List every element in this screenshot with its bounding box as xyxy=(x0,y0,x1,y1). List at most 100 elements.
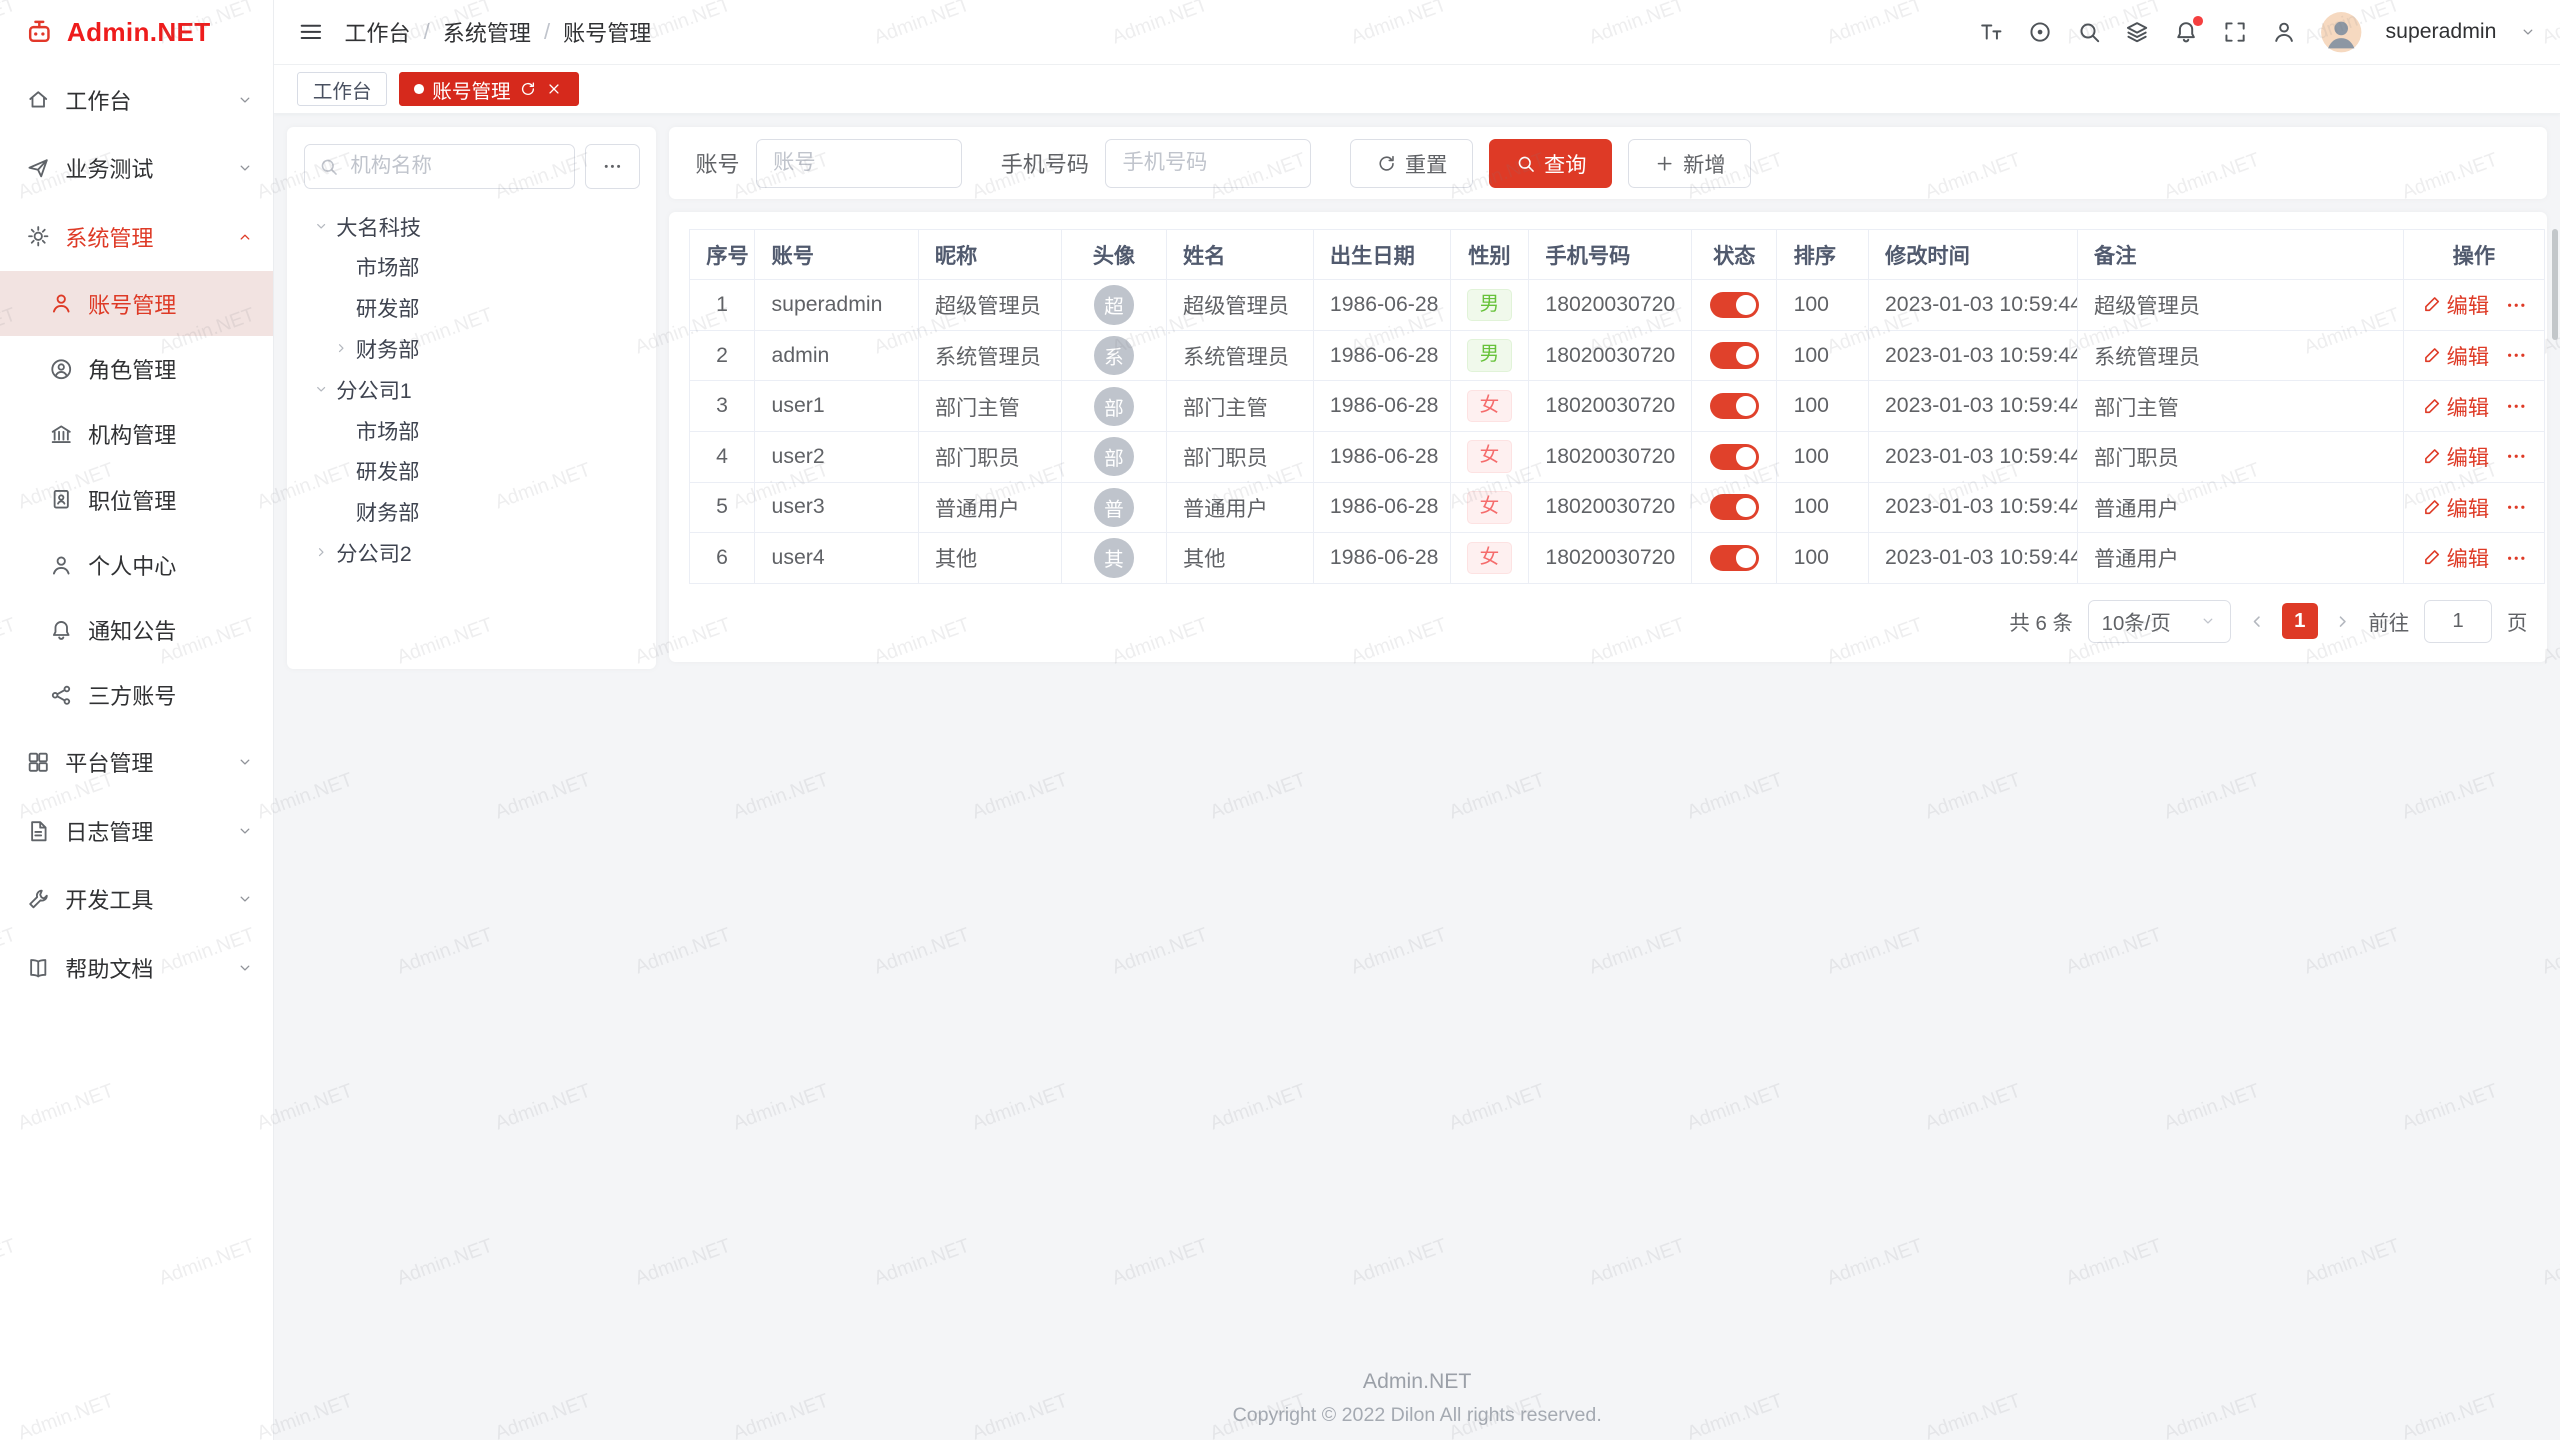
sidebar-item-4[interactable]: 日志管理 xyxy=(0,797,273,866)
sidebar-subitem-2[interactable]: 机构管理 xyxy=(0,402,273,467)
font-size-icon[interactable] xyxy=(1978,19,2004,45)
cell-gender: 女 xyxy=(1450,431,1528,482)
logo[interactable]: Admin.NET xyxy=(0,0,273,65)
scrollbar-thumb[interactable] xyxy=(2552,229,2559,340)
breadcrumb-item[interactable]: 账号管理 xyxy=(563,16,651,48)
org-search-field[interactable] xyxy=(304,144,575,190)
tree-node[interactable]: 财务部 xyxy=(304,328,640,369)
more-actions-button[interactable] xyxy=(2504,495,2528,519)
page-size-select[interactable]: 10条/页 xyxy=(2088,600,2232,642)
toggle-knob xyxy=(1736,447,1756,467)
status-toggle[interactable] xyxy=(1710,494,1759,520)
more-actions-button[interactable] xyxy=(2504,444,2528,468)
edit-button[interactable]: 编辑 xyxy=(2421,542,2490,573)
sidebar-item-2[interactable]: 系统管理 xyxy=(0,202,273,271)
org-panel: 大名科技市场部研发部财务部分公司1市场部研发部财务部分公司2 xyxy=(287,127,656,669)
profile-icon[interactable] xyxy=(2271,19,2297,45)
status-toggle[interactable] xyxy=(1710,545,1759,571)
breadcrumb-separator: / xyxy=(424,19,430,45)
cell-account: superadmin xyxy=(755,280,918,331)
more-actions-button[interactable] xyxy=(2504,343,2528,367)
status-toggle[interactable] xyxy=(1710,393,1759,419)
cell-status xyxy=(1692,533,1777,584)
sidebar-subitem-0[interactable]: 账号管理 xyxy=(0,271,273,336)
tree-node[interactable]: 研发部 xyxy=(304,451,640,492)
query-bar: 账号 手机号码 重置 查询 新增 xyxy=(669,127,2547,199)
goto-page-input[interactable] xyxy=(2424,600,2493,642)
next-page-button[interactable] xyxy=(2332,611,2353,632)
sidebar-subitem-4[interactable]: 个人中心 xyxy=(0,532,273,597)
user-avatar[interactable] xyxy=(2320,11,2362,53)
scan-icon[interactable] xyxy=(2027,19,2053,45)
sidebar-subitem-1[interactable]: 角色管理 xyxy=(0,336,273,401)
tab-close-icon[interactable] xyxy=(545,80,563,98)
sidebar-item-1[interactable]: 业务测试 xyxy=(0,134,273,203)
tree-node-label: 财务部 xyxy=(356,496,420,527)
phone-input[interactable] xyxy=(1105,139,1311,188)
edit-button[interactable]: 编辑 xyxy=(2421,340,2490,371)
sidebar-item-label: 帮助文档 xyxy=(65,952,153,984)
tree-caret-icon[interactable] xyxy=(313,218,329,234)
search-icon[interactable] xyxy=(2076,19,2102,45)
sidebar-item-5[interactable]: 开发工具 xyxy=(0,865,273,934)
edit-button[interactable]: 编辑 xyxy=(2421,441,2490,472)
fullscreen-icon[interactable] xyxy=(2222,19,2248,45)
org-more-button[interactable] xyxy=(585,144,641,190)
cell-birth: 1986-06-28 xyxy=(1313,381,1450,432)
sidebar-menu: 工作台业务测试系统管理账号管理角色管理机构管理职位管理个人中心通知公告三方账号平… xyxy=(0,65,273,1002)
cell-gender: 女 xyxy=(1450,533,1528,584)
sidebar-item-3[interactable]: 平台管理 xyxy=(0,728,273,797)
status-toggle[interactable] xyxy=(1710,342,1759,368)
tree-node[interactable]: 分公司2 xyxy=(304,532,640,573)
edit-button[interactable]: 编辑 xyxy=(2421,289,2490,320)
tree-node[interactable]: 市场部 xyxy=(304,246,640,287)
sidebar-item-6[interactable]: 帮助文档 xyxy=(0,934,273,1003)
cell-name: 其他 xyxy=(1166,533,1313,584)
sidebar-subitem-5[interactable]: 通知公告 xyxy=(0,597,273,662)
reset-button[interactable]: 重置 xyxy=(1350,139,1473,188)
org-search-input[interactable] xyxy=(347,153,561,179)
cell-phone: 18020030720 xyxy=(1529,330,1692,381)
account-input[interactable] xyxy=(756,139,962,188)
username[interactable]: superadmin xyxy=(2386,20,2497,44)
more-actions-button[interactable] xyxy=(2504,546,2528,570)
more-actions-button[interactable] xyxy=(2504,394,2528,418)
status-toggle[interactable] xyxy=(1710,292,1759,318)
more-actions-button[interactable] xyxy=(2504,293,2528,317)
search-button[interactable]: 查询 xyxy=(1489,139,1612,188)
chevron-right-icon xyxy=(2332,611,2353,632)
tree-caret-icon[interactable] xyxy=(313,381,329,397)
cell-avatar: 部 xyxy=(1062,381,1166,432)
breadcrumb-item[interactable]: 工作台 xyxy=(344,16,410,48)
tree-node[interactable]: 大名科技 xyxy=(304,206,640,247)
sidebar-item-0[interactable]: 工作台 xyxy=(0,65,273,134)
theme-icon[interactable] xyxy=(2124,19,2150,45)
gender-tag: 男 xyxy=(1467,339,1511,372)
sidebar-subitem-6[interactable]: 三方账号 xyxy=(0,663,273,728)
avatar-image xyxy=(2320,11,2362,53)
tree-node[interactable]: 研发部 xyxy=(304,287,640,328)
tab-1[interactable]: 账号管理 xyxy=(399,72,579,106)
tree-caret-icon[interactable] xyxy=(313,544,329,560)
add-button[interactable]: 新增 xyxy=(1628,139,1751,188)
tab-0[interactable]: 工作台 xyxy=(297,72,387,106)
edit-button[interactable]: 编辑 xyxy=(2421,391,2490,422)
chevron-down-icon xyxy=(236,822,254,840)
column-header: 序号 xyxy=(689,229,754,280)
tree-caret-icon[interactable] xyxy=(333,340,349,356)
prev-page-button[interactable] xyxy=(2246,611,2267,632)
edit-button[interactable]: 编辑 xyxy=(2421,492,2490,523)
sidebar-item-label: 开发工具 xyxy=(65,883,153,915)
hamburger-menu-icon[interactable] xyxy=(297,18,325,46)
status-toggle[interactable] xyxy=(1710,444,1759,470)
tab-refresh-icon[interactable] xyxy=(519,80,537,98)
tree-node[interactable]: 市场部 xyxy=(304,410,640,451)
chevron-down-icon[interactable] xyxy=(2519,23,2537,41)
cell-actions: 编辑 xyxy=(2404,381,2544,432)
tree-node[interactable]: 分公司1 xyxy=(304,369,640,410)
page-button-1[interactable]: 1 xyxy=(2282,603,2318,639)
sidebar-subitem-3[interactable]: 职位管理 xyxy=(0,467,273,532)
notifications-button[interactable] xyxy=(2173,19,2199,45)
breadcrumb-item[interactable]: 系统管理 xyxy=(443,16,531,48)
tree-node[interactable]: 财务部 xyxy=(304,491,640,532)
